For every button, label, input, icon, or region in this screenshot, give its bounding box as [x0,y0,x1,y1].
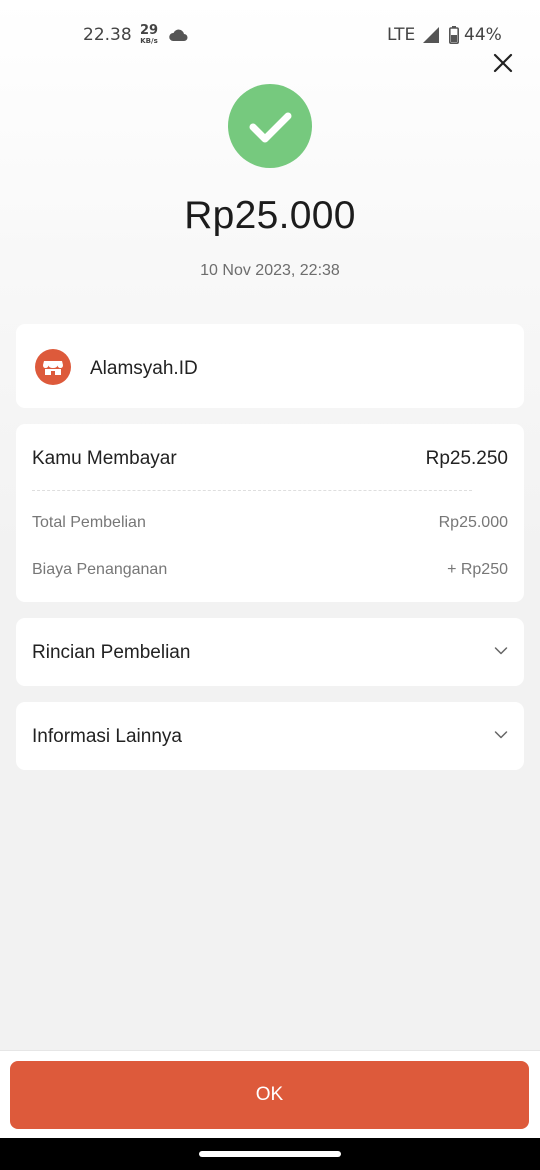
network-type: LTE [387,25,416,45]
merchant-name: Alamsyah.ID [90,358,198,379]
other-info-section[interactable]: Informasi Lainnya [16,702,524,770]
signal-icon [423,27,440,47]
other-info-label: Informasi Lainnya [32,726,182,747]
total-paid-value: Rp25.250 [425,448,508,469]
success-icon [228,84,312,168]
battery-icon [449,26,459,48]
home-indicator[interactable] [199,1151,341,1157]
status-time: 22.38 [83,25,132,45]
purchase-details-label: Rincian Pembelian [32,642,191,663]
payment-success-screen: 22.38 29 KB/s LTE 44% Rp25.000 10 Nov 20… [0,0,540,1170]
payment-datetime: 10 Nov 2023, 22:38 [200,262,340,279]
chevron-down-icon [494,731,508,739]
store-icon [35,349,71,385]
system-navigation-bar [0,1138,540,1170]
purchase-total-value: Rp25.000 [438,514,508,531]
network-speed-unit: KB/s [140,37,158,45]
handling-fee-value: + Rp250 [447,561,508,578]
payment-summary-card: Kamu Membayar Rp25.250 Total Pembelian R… [16,424,524,602]
cloud-icon [168,27,188,46]
battery-level: 44% [464,25,502,45]
close-icon [493,53,513,73]
bottom-action-bar: OK [0,1050,540,1138]
network-speed-value: 29 [139,23,159,38]
divider [32,490,472,491]
chevron-down-icon [494,647,508,655]
total-paid-label: Kamu Membayar [32,448,177,469]
handling-fee-label: Biaya Penanganan [32,561,168,578]
close-button[interactable] [489,49,517,77]
ok-button[interactable]: OK [10,1061,529,1129]
purchase-total-label: Total Pembelian [32,514,146,531]
merchant-card: Alamsyah.ID [16,324,524,408]
payment-amount: Rp25.000 [184,194,356,237]
purchase-details-section[interactable]: Rincian Pembelian [16,618,524,686]
status-bar: 22.38 29 KB/s LTE 44% [0,0,540,68]
network-speed: 29 KB/s [138,24,160,45]
check-icon [249,112,292,143]
